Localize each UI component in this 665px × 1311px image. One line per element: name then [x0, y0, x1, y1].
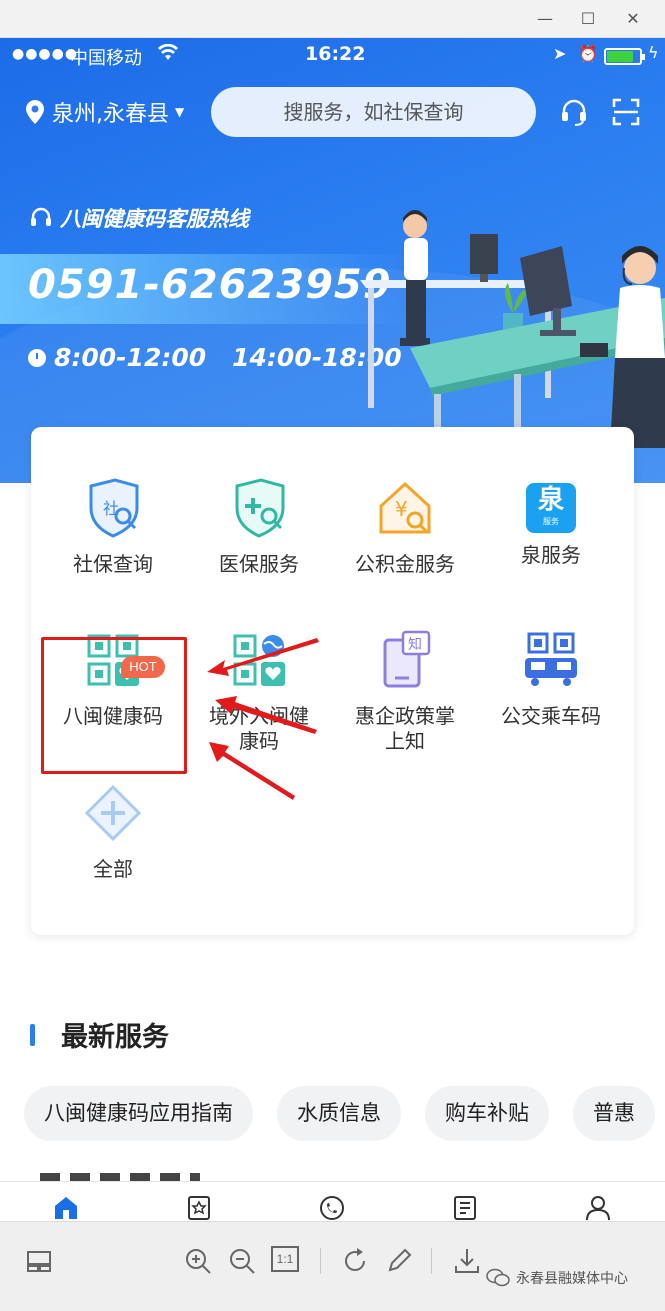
tab-news[interactable]: 资讯 [425, 1194, 505, 1221]
all-services-icon [84, 784, 142, 842]
wifi-icon [158, 43, 178, 67]
download-icon[interactable] [452, 1246, 482, 1276]
bus-code-icon [525, 632, 577, 686]
home-icon [55, 1197, 77, 1219]
service-social-security[interactable]: 社 社保查询 [38, 478, 188, 577]
phone-screen: ●●●●● 中国移动 16:22 ➤ ⏰ ϟ 泉州,永春县 ▼ 搜服务，如社保查… [0, 38, 665, 1221]
location-label: 泉州,永春县 [52, 102, 169, 127]
service-policy[interactable]: 知 惠企政策掌上知 [330, 630, 480, 754]
hours-morning: 8:00-12:00 [54, 343, 207, 372]
section-accent-bar [30, 1023, 35, 1046]
service-all[interactable]: 全部 [38, 783, 188, 882]
latest-services-chips: 八闽健康码应用指南 水质信息 购车补贴 普惠 [24, 1086, 665, 1141]
service-label: 医保服务 [219, 552, 299, 576]
rotate-icon[interactable] [340, 1246, 370, 1276]
service-chip[interactable]: 购车补贴 [425, 1086, 549, 1141]
service-chip[interactable]: 八闽健康码应用指南 [24, 1086, 253, 1141]
service-medical-insurance[interactable]: 医保服务 [184, 478, 334, 577]
status-time: 16:22 [305, 43, 366, 65]
service-label: 社保查询 [73, 552, 153, 576]
service-quan[interactable]: 泉 服务 泉服务 [476, 478, 626, 568]
edit-pencil-icon[interactable] [384, 1246, 414, 1276]
headset-icon [31, 207, 51, 226]
quan-glyph: 泉 [537, 485, 564, 515]
latest-services-header: 最新服务 [30, 1015, 169, 1054]
location-pin-icon [26, 100, 44, 124]
interaction-icon [320, 1196, 344, 1220]
actual-size-button[interactable]: 1:1 [271, 1246, 299, 1272]
zoom-out-icon[interactable] [227, 1246, 257, 1276]
watermark-text: 永春县融媒体中心 [516, 1271, 628, 1287]
status-bar: ●●●●● 中国移动 16:22 ➤ ⏰ ϟ [0, 38, 665, 74]
social-security-search-icon: 社 [89, 478, 139, 538]
toolbar-divider [431, 1248, 432, 1274]
toolbar-divider [320, 1248, 321, 1274]
svg-text:¥: ¥ [395, 497, 408, 521]
tab-interaction[interactable]: 互动 [292, 1194, 372, 1221]
location-arrow-icon: ➤ [553, 44, 567, 63]
service-chip[interactable]: 水质信息 [277, 1086, 401, 1141]
service-chip[interactable]: 普惠 [573, 1086, 655, 1141]
zoom-in-icon[interactable] [183, 1246, 213, 1276]
scan-icon[interactable] [612, 98, 640, 126]
section-title: 最新服务 [61, 1022, 169, 1053]
headset-icon[interactable] [560, 98, 588, 126]
tab-profile[interactable]: 我的 [558, 1194, 638, 1221]
service-label: 全部 [93, 857, 133, 881]
housing-fund-icon: ¥ [379, 481, 431, 534]
maximize-button[interactable]: ☐ [577, 8, 599, 30]
service-label: 公积金服务 [355, 552, 455, 576]
profile-icon [586, 1196, 610, 1221]
carrier-name: 中国移动 [70, 48, 142, 69]
wechat-icon [486, 1268, 510, 1287]
tab-bar: 首页 办事 互动 资讯 我的 [0, 1181, 665, 1221]
chevron-down-icon: ▼ [175, 105, 185, 119]
search-input[interactable]: 搜服务，如社保查询 [211, 87, 536, 137]
battery-icon [604, 48, 645, 65]
alarm-icon: ⏰ [578, 44, 598, 63]
signal-icon: ●●●●● [12, 46, 79, 62]
policy-glyph: 知 [408, 636, 422, 653]
highlight-box [41, 637, 187, 774]
annotation-arrows [207, 638, 319, 800]
top-bar: 泉州,永春县 ▼ 搜服务，如社保查询 [0, 86, 665, 140]
location-selector[interactable]: 泉州,永春县 ▼ [26, 96, 184, 128]
battery-fill [607, 51, 633, 62]
watermark: 永春县融媒体中心 [486, 1268, 628, 1288]
thumbnail-view-icon[interactable] [24, 1246, 54, 1276]
quan-service-icon: 泉 服务 [526, 483, 576, 533]
close-button[interactable]: ✕ [622, 8, 644, 30]
medical-insurance-icon [235, 478, 285, 538]
service-bus-code[interactable]: 公交乘车码 [476, 630, 626, 729]
minimize-button[interactable]: — [534, 8, 556, 30]
hotline-phone-number[interactable]: 0591-62623959 [28, 262, 392, 308]
service-label: 公交乘车码 [501, 704, 601, 728]
service-label: 泉服务 [521, 543, 581, 567]
viewer-toolbar: 1:1 永春县融媒体中心 [0, 1221, 665, 1311]
tasks-icon [188, 1196, 210, 1220]
quan-sub: 服务 [543, 517, 559, 526]
tab-tasks[interactable]: 办事 [159, 1194, 239, 1221]
clock-icon [28, 348, 46, 367]
hotline-title-text: 八闽健康码客服热线 [60, 207, 249, 231]
charging-icon: ϟ [648, 43, 659, 62]
hotline-title: 八闽健康码客服热线 [30, 203, 249, 233]
window-titlebar: — ☐ ✕ [0, 0, 665, 38]
hero-banner[interactable]: ●●●●● 中国移动 16:22 ➤ ⏰ ϟ 泉州,永春县 ▼ 搜服务，如社保查… [0, 38, 665, 483]
news-icon [454, 1196, 476, 1220]
service-label: 惠企政策掌上知 [355, 704, 455, 753]
tab-home[interactable]: 首页 [26, 1194, 106, 1221]
policy-icon: 知 [383, 630, 431, 688]
service-housing-fund[interactable]: ¥ 公积金服务 [330, 478, 480, 577]
